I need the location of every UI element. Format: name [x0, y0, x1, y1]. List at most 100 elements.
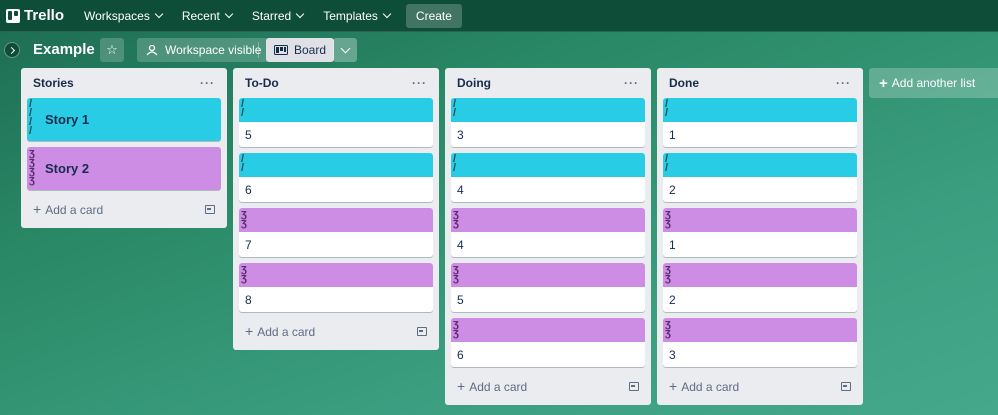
chevron-right-icon [7, 46, 15, 54]
add-list-button[interactable]: + Add another list [869, 68, 998, 98]
card-cover: ʒʒ [451, 318, 645, 342]
nav-workspaces[interactable]: Workspaces [74, 4, 172, 28]
card-text: 5 [245, 127, 252, 142]
list-menu-icon[interactable]: ··· [624, 76, 639, 90]
story-card[interactable]: / / / / Story 1 [27, 98, 221, 141]
card-cover: ʒʒ [663, 318, 857, 342]
card[interactable]: // 5 [239, 98, 433, 147]
card-text: 3 [669, 347, 676, 362]
pattern-icon: / / / / [29, 98, 33, 137]
card-cover: ʒʒ [239, 208, 433, 232]
card-cover: ʒʒ [239, 263, 433, 287]
list-title[interactable]: Done [669, 76, 699, 90]
template-icon[interactable] [841, 381, 851, 391]
list-menu-icon[interactable]: ··· [200, 76, 215, 90]
logo-text: Trello [24, 7, 65, 24]
board-title[interactable]: Example [33, 41, 95, 58]
list-header: To-Do ··· [239, 68, 433, 98]
card-cover: ʒʒ [663, 208, 857, 232]
trello-logo-icon [6, 8, 20, 23]
pattern-icon: ʒʒ [665, 318, 671, 339]
add-card-button[interactable]: + Add a card [669, 378, 739, 394]
card[interactable]: ʒʒ 1 [663, 208, 857, 257]
sidebar-toggle-button[interactable] [4, 42, 20, 58]
story-card[interactable]: ʒʒʒʒ Story 2 [27, 147, 221, 190]
pattern-icon: / / [665, 98, 669, 119]
chevron-down-icon [295, 9, 305, 19]
list-title[interactable]: To-Do [245, 76, 279, 90]
pattern-icon: / / [241, 98, 245, 119]
card-text: 1 [669, 127, 676, 142]
list-title[interactable]: Doing [457, 76, 491, 90]
star-icon: ☆ [106, 42, 118, 57]
card[interactable]: ʒʒ 8 [239, 263, 433, 312]
add-card-row: + Add a card [27, 196, 221, 222]
add-card-button[interactable]: + Add a card [33, 201, 103, 217]
card[interactable]: // 2 [663, 153, 857, 202]
card-text: 5 [457, 292, 464, 307]
board-icon [274, 45, 288, 55]
list-title[interactable]: Stories [33, 76, 74, 90]
card-cover: / / [239, 98, 433, 122]
template-icon[interactable] [629, 381, 639, 391]
list-stories: Stories ··· / / / / Story 1 ʒʒʒʒ Story 2 + A… [21, 68, 227, 228]
story-card-label: Story 1 [45, 112, 90, 127]
card-text: 6 [457, 347, 464, 362]
add-card-button[interactable]: + Add a card [457, 378, 527, 394]
card-cover: / / [663, 153, 857, 177]
card-cover: ʒʒ [663, 263, 857, 287]
pattern-icon: ʒʒ [241, 208, 247, 229]
board-view-button[interactable]: Board [266, 38, 335, 62]
template-icon[interactable] [205, 204, 215, 214]
add-card-button[interactable]: + Add a card [245, 323, 315, 339]
nav-starred[interactable]: Starred [242, 4, 313, 28]
view-switcher-button[interactable] [333, 38, 357, 62]
card[interactable]: ʒʒ 7 [239, 208, 433, 257]
board-header: Example ☆ Workspace visible Board [0, 32, 998, 68]
card[interactable]: ʒʒ 2 [663, 263, 857, 312]
create-button[interactable]: Create [405, 3, 462, 28]
card-cover: / / [451, 153, 645, 177]
pattern-icon: / / [453, 153, 457, 174]
card[interactable]: // 6 [239, 153, 433, 202]
card-text: 2 [669, 292, 676, 307]
pattern-icon: ʒʒ [665, 263, 671, 284]
add-card-row: + Add a card [239, 318, 433, 344]
nav-workspaces-label: Workspaces [84, 8, 150, 23]
nav-templates[interactable]: Templates [313, 4, 400, 28]
card-text: 4 [457, 237, 464, 252]
pattern-icon: ʒʒ [453, 263, 459, 284]
plus-icon: + [245, 323, 254, 339]
card-text: 8 [245, 292, 252, 307]
plus-icon: + [879, 74, 888, 92]
list-header: Done ··· [663, 68, 857, 98]
card[interactable]: // 1 [663, 98, 857, 147]
star-button[interactable]: ☆ [100, 38, 124, 62]
card[interactable]: // 3 [451, 98, 645, 147]
chevron-down-icon [154, 9, 164, 19]
plus-icon: + [457, 378, 466, 394]
nav-recent[interactable]: Recent [172, 4, 242, 28]
card[interactable]: ʒʒ 3 [663, 318, 857, 367]
trello-logo[interactable]: Trello [6, 7, 64, 24]
card[interactable]: ʒʒ 4 [451, 208, 645, 257]
list-menu-icon[interactable]: ··· [412, 76, 427, 90]
add-card-row: + Add a card [451, 373, 645, 399]
chevron-down-icon [382, 9, 392, 19]
list-menu-icon[interactable]: ··· [836, 76, 851, 90]
add-card-label: Add a card [257, 325, 316, 339]
card[interactable]: ʒʒ 6 [451, 318, 645, 367]
chevron-down-icon [224, 9, 234, 19]
pattern-icon: / / [665, 153, 669, 174]
card-text: 3 [457, 127, 464, 142]
card[interactable]: // 4 [451, 153, 645, 202]
card[interactable]: ʒʒ 5 [451, 263, 645, 312]
divider [258, 42, 259, 58]
add-card-row: + Add a card [663, 373, 857, 399]
workspace-visible-button[interactable]: Workspace visible [137, 38, 270, 62]
add-list-label: Add another list [891, 76, 976, 90]
nav-starred-label: Starred [251, 8, 292, 23]
template-icon[interactable] [417, 326, 427, 336]
top-nav: Trello Workspaces Recent Starred Templat… [0, 0, 998, 32]
card-text: 6 [245, 182, 252, 197]
